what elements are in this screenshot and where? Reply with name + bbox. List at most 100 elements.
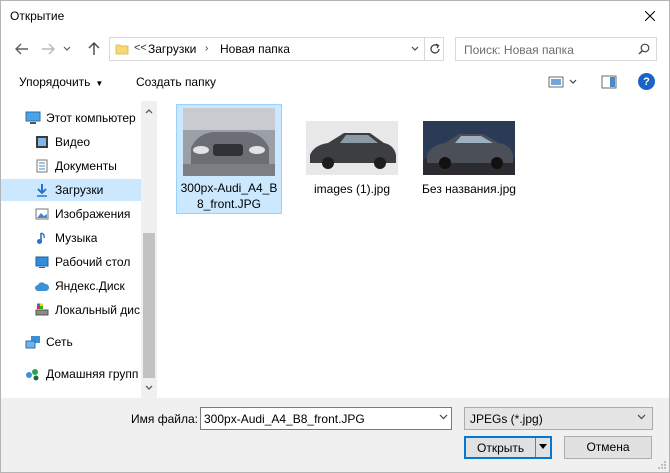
file-name-line-2: 8_front.JPG bbox=[196, 197, 262, 211]
back-button[interactable] bbox=[13, 41, 31, 57]
up-button[interactable] bbox=[85, 41, 103, 57]
sidebar-item-label: Домашняя групп bbox=[46, 367, 139, 381]
chevron-down-icon bbox=[637, 414, 646, 420]
address-history-button[interactable] bbox=[408, 41, 422, 57]
arrow-up-icon bbox=[88, 42, 100, 55]
sidebar-item-label: Локальный дис bbox=[55, 303, 140, 317]
documents-icon bbox=[34, 158, 50, 174]
forward-button[interactable] bbox=[39, 41, 57, 57]
dialog-footer: Имя файла: 300px-Audi_A4_B8_front.JPG JP… bbox=[1, 398, 669, 472]
sidebar-item-label: Музыка bbox=[55, 231, 98, 245]
chevron-down-icon bbox=[411, 46, 419, 51]
image-thumbnail bbox=[423, 121, 515, 175]
preview-pane-icon bbox=[601, 75, 617, 89]
breadcrumb-new-folder[interactable]: Новая папка bbox=[220, 42, 290, 56]
view-options-icon bbox=[548, 76, 577, 88]
sidebar-item-label: Сеть bbox=[46, 335, 73, 349]
open-label: Открыть bbox=[477, 441, 525, 455]
sidebar-item-local-disk[interactable]: Локальный дис bbox=[1, 299, 141, 321]
recent-locations-button[interactable] bbox=[61, 41, 73, 57]
sidebar-item-music[interactable]: Музыка bbox=[1, 227, 141, 249]
file-item[interactable]: Без названия.jpg bbox=[416, 104, 522, 204]
sidebar-item-video[interactable]: Видео bbox=[1, 131, 141, 153]
image-thumbnail bbox=[183, 108, 275, 176]
sidebar-item-network[interactable]: Сеть bbox=[1, 331, 141, 353]
scroll-thumb[interactable] bbox=[143, 233, 155, 378]
preview-pane-button[interactable] bbox=[601, 75, 617, 92]
drive-icon bbox=[34, 302, 50, 318]
split-divider bbox=[535, 438, 536, 457]
sidebar-item-label: Изображения bbox=[55, 207, 131, 221]
sidebar-item-label: Этот компьютер bbox=[46, 111, 136, 125]
refresh-icon bbox=[429, 43, 440, 54]
close-icon bbox=[645, 11, 655, 21]
address-bar[interactable]: << Загрузки › Новая папка bbox=[109, 37, 444, 61]
sidebar-item-desktop[interactable]: Рабочий стол bbox=[1, 251, 141, 273]
arrow-right-icon bbox=[42, 43, 55, 55]
caret-down-icon: ▼ bbox=[95, 79, 104, 88]
title-bar: Открытие bbox=[1, 1, 669, 32]
homegroup-icon bbox=[25, 366, 41, 382]
organize-label: Упорядочить bbox=[19, 75, 91, 89]
resize-grip-icon[interactable] bbox=[657, 460, 667, 470]
sidebar-item-label: Видео bbox=[55, 135, 91, 149]
file-item[interactable]: images (1).jpg bbox=[299, 104, 405, 204]
folder-icon bbox=[115, 44, 129, 55]
sidebar-item-label: Рабочий стол bbox=[55, 255, 131, 269]
chevron-down-icon bbox=[145, 385, 153, 390]
sidebar-item-homegroup[interactable]: Домашняя групп bbox=[1, 363, 141, 385]
sidebar-item-downloads[interactable]: Загрузки bbox=[1, 179, 141, 201]
window-title: Открытие bbox=[10, 9, 65, 23]
sidebar-item-this-pc[interactable]: Этот компьютер bbox=[1, 107, 141, 129]
search-icon bbox=[638, 43, 650, 55]
video-icon bbox=[34, 134, 50, 150]
sidebar-item-pictures[interactable]: Изображения bbox=[1, 203, 141, 225]
image-thumbnail bbox=[306, 121, 398, 175]
help-icon: ? bbox=[643, 75, 650, 88]
sidebar-item-yandex-disk[interactable]: Яндекс.Диск bbox=[1, 275, 141, 297]
downloads-icon bbox=[34, 182, 50, 198]
breadcrumb-downloads[interactable]: Загрузки bbox=[148, 42, 196, 56]
file-open-dialog: Открытие << Загрузки › Новая папка Поиск… bbox=[0, 0, 670, 473]
desktop-icon bbox=[34, 254, 50, 270]
search-placeholder: Поиск: Новая папка bbox=[464, 43, 574, 57]
file-name: images (1).jpg bbox=[313, 182, 391, 196]
filename-input[interactable]: 300px-Audi_A4_B8_front.JPG bbox=[200, 407, 452, 430]
change-view-button[interactable] bbox=[548, 75, 578, 92]
file-list: 300px-Audi_A4_B 8_front.JPG images (1).j… bbox=[159, 101, 659, 398]
computer-icon bbox=[25, 110, 41, 126]
filename-label: Имя файла: bbox=[131, 412, 198, 426]
organize-menu[interactable]: Упорядочить ▼ bbox=[19, 75, 103, 89]
scroll-up-button[interactable] bbox=[143, 106, 155, 116]
close-button[interactable] bbox=[637, 5, 663, 27]
breadcrumb-overflow[interactable]: << bbox=[134, 42, 147, 54]
sidebar-item-label: Загрузки bbox=[55, 183, 104, 197]
music-icon bbox=[34, 230, 50, 246]
sidebar-item-label: Яндекс.Диск bbox=[55, 279, 125, 293]
breadcrumb-separator-icon[interactable]: › bbox=[205, 43, 208, 54]
navigation-pane: Этот компьютер Видео Документы Загрузки … bbox=[1, 101, 157, 398]
file-name-line-1: 300px-Audi_A4_B bbox=[180, 181, 278, 195]
search-input[interactable]: Поиск: Новая папка bbox=[455, 37, 657, 61]
sidebar-item-documents[interactable]: Документы bbox=[1, 155, 141, 177]
chevron-up-icon bbox=[145, 109, 153, 114]
file-name: 300px-Audi_A4_B 8_front.JPG bbox=[177, 180, 281, 212]
scroll-down-button[interactable] bbox=[143, 383, 155, 393]
refresh-button[interactable] bbox=[424, 38, 444, 60]
new-folder-button[interactable]: Создать папку bbox=[136, 75, 216, 89]
open-options-arrow-icon[interactable] bbox=[538, 444, 548, 450]
filetype-value: JPEGs (*.jpg) bbox=[470, 412, 543, 426]
chevron-down-icon[interactable] bbox=[439, 414, 448, 420]
cancel-button[interactable]: Отмена bbox=[564, 436, 652, 459]
arrow-left-icon bbox=[15, 43, 28, 55]
network-icon bbox=[25, 334, 41, 350]
pictures-icon bbox=[34, 206, 50, 222]
chevron-down-icon bbox=[63, 46, 71, 51]
filetype-select[interactable]: JPEGs (*.jpg) bbox=[464, 407, 653, 430]
open-button[interactable]: Открыть bbox=[464, 436, 552, 459]
filename-value[interactable]: 300px-Audi_A4_B8_front.JPG bbox=[204, 412, 365, 426]
cloud-icon bbox=[34, 278, 50, 294]
sidebar-item-label: Документы bbox=[55, 159, 117, 173]
file-item[interactable]: 300px-Audi_A4_B 8_front.JPG bbox=[176, 104, 282, 214]
help-button[interactable]: ? bbox=[638, 73, 655, 90]
